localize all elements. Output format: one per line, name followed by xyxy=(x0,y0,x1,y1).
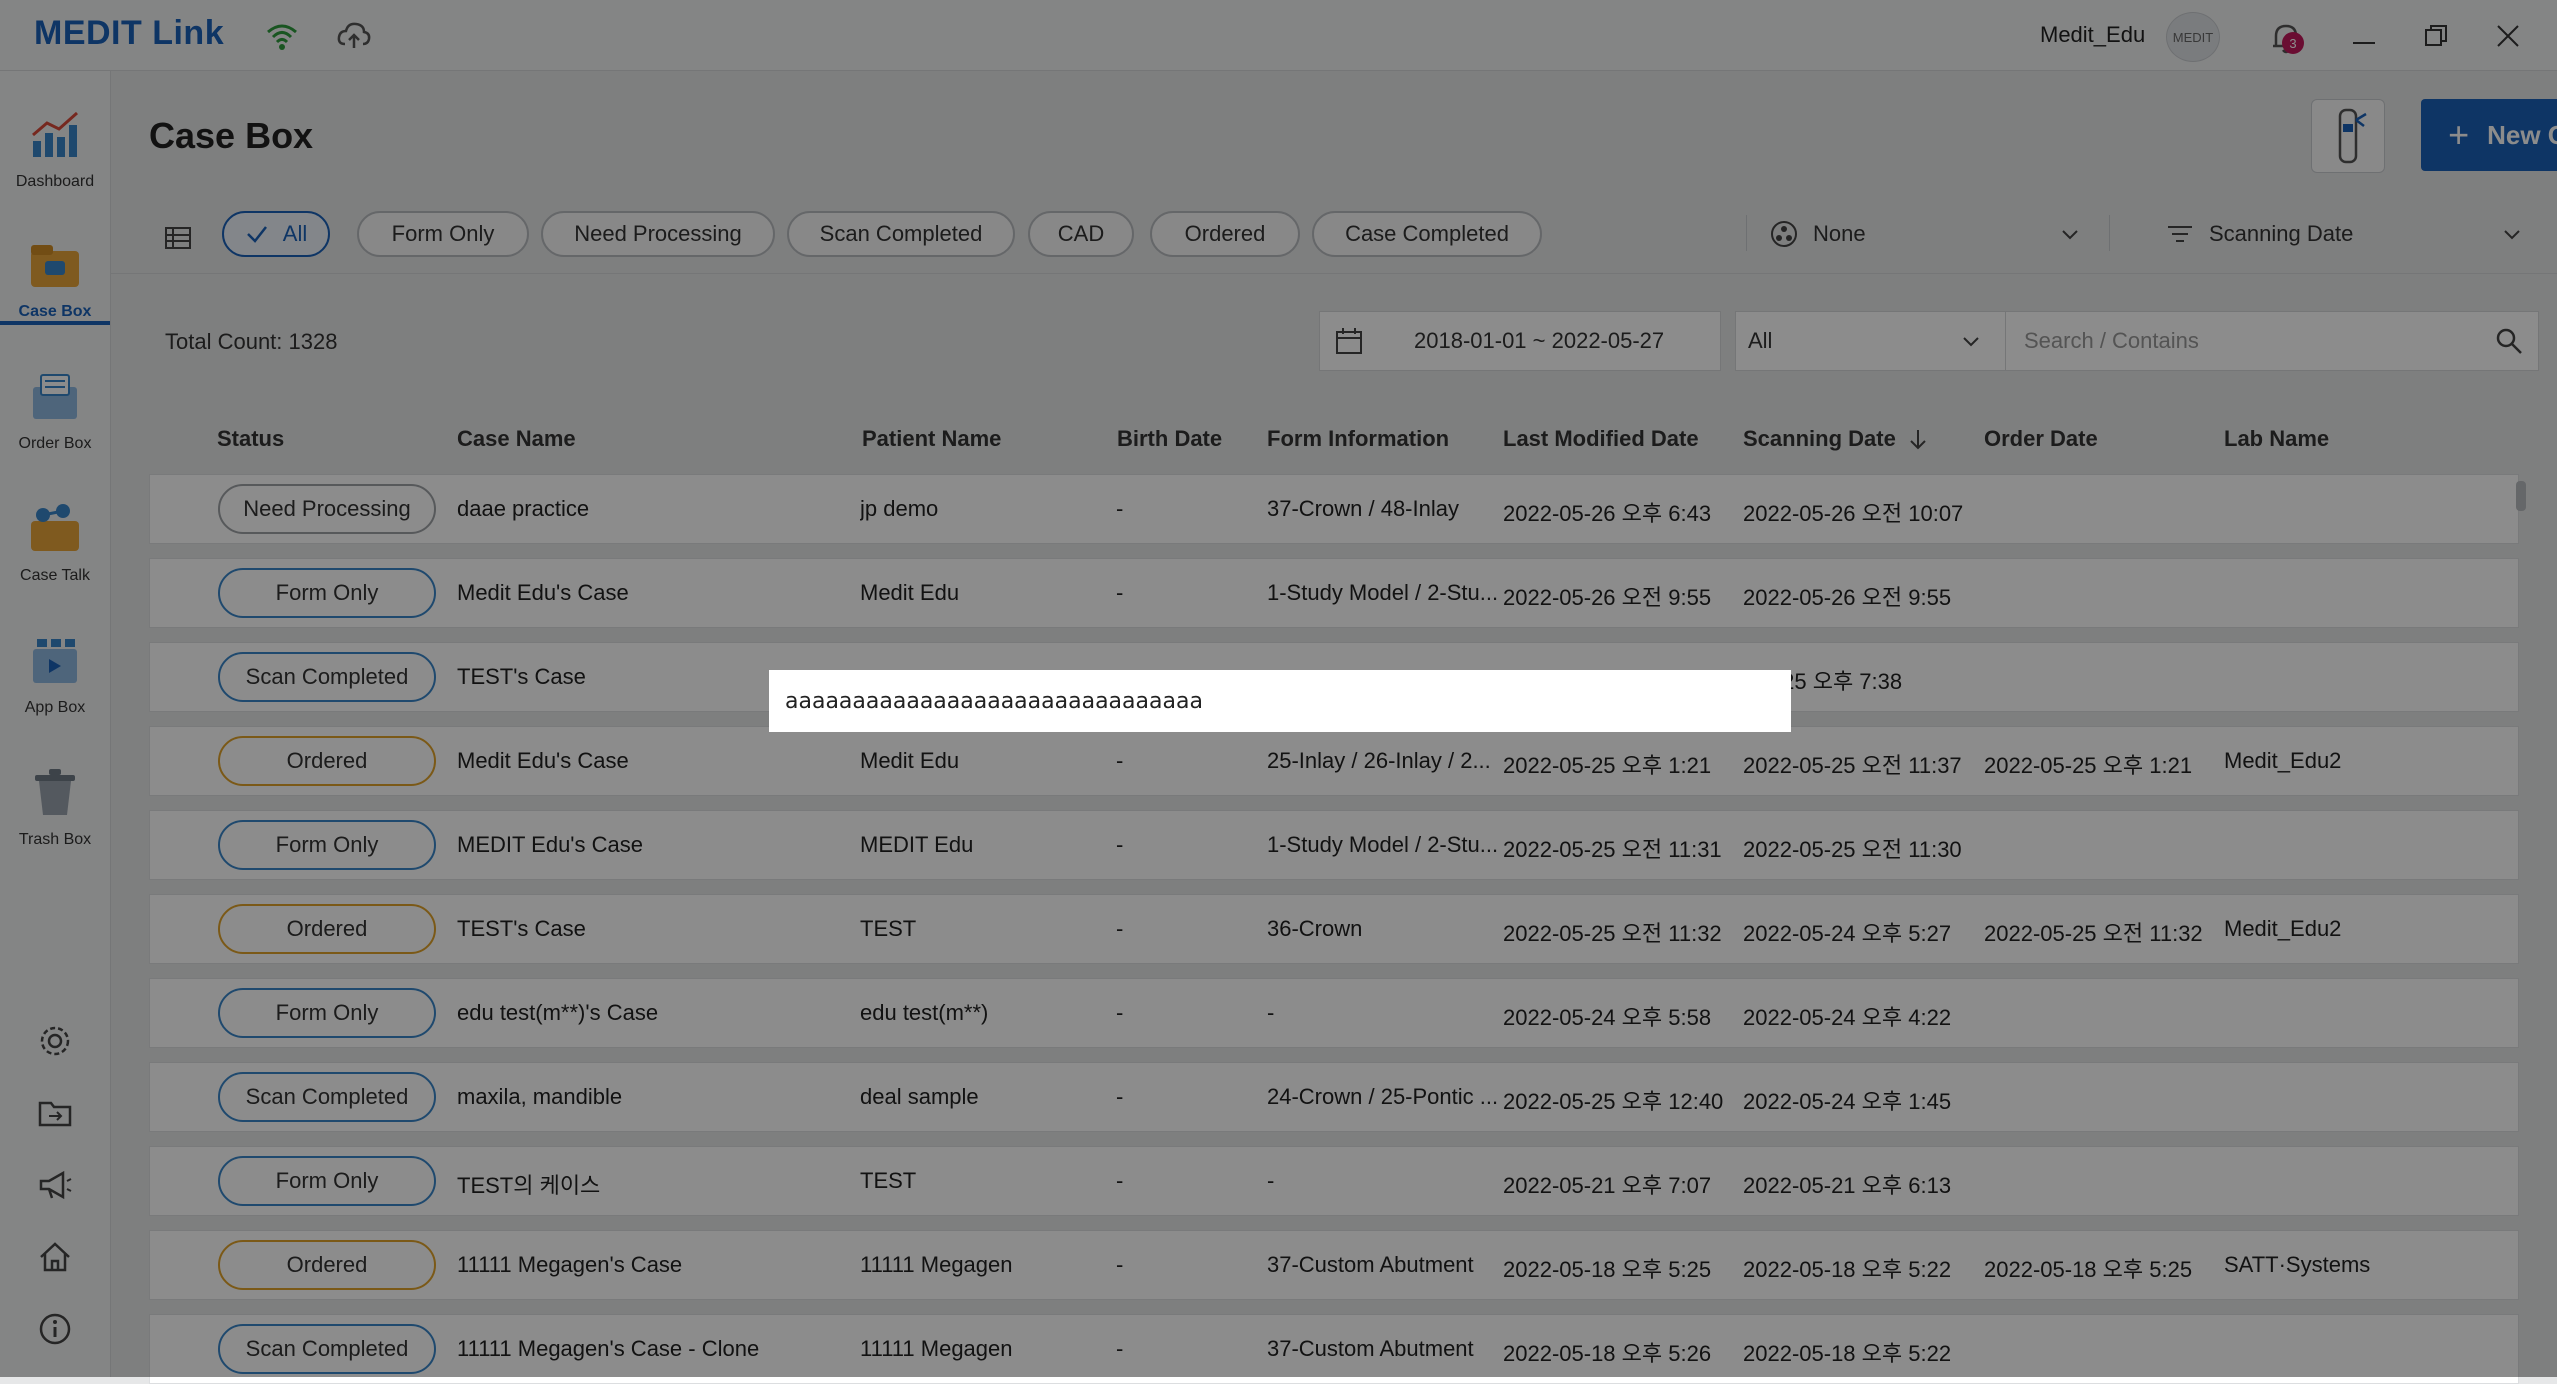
tooltip-popup: aaaaaaaaaaaaaaaaaaaaaaaaaaaaaaa xyxy=(769,670,1791,732)
